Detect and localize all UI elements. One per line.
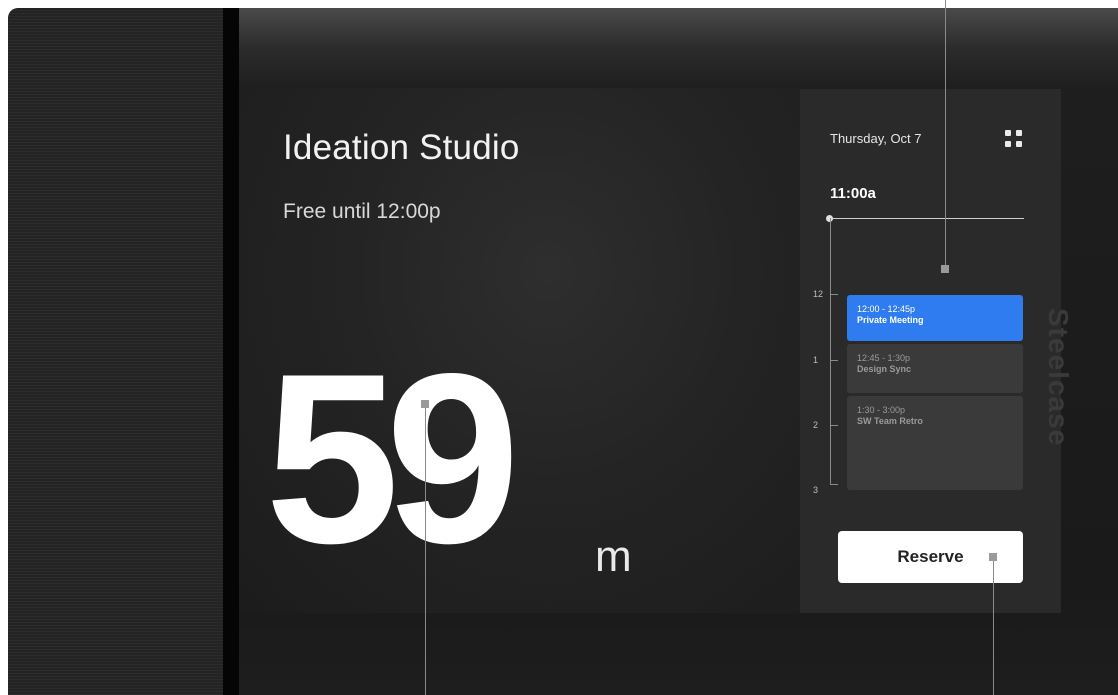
current-time: 11:00a — [830, 185, 876, 202]
current-time-line — [830, 218, 1024, 219]
callout-line — [425, 403, 426, 695]
schedule-panel: Thursday, Oct 7 11:00a 12 1 2 3 12:00 - … — [800, 89, 1061, 613]
hour-label: 3 — [813, 485, 819, 495]
callout-line — [945, 0, 946, 265]
event-title: Design Sync — [857, 364, 912, 374]
hour-label: 12 — [813, 289, 824, 299]
event-time: 1:30 - 3:00p — [857, 405, 906, 415]
brand-logo: Steelcase — [1043, 308, 1074, 447]
timeline-tick — [830, 360, 838, 361]
room-status-screen: Ideation Studio Free until 12:00p 59 m — [239, 88, 801, 613]
timeline-tick — [830, 484, 838, 485]
event-private-meeting[interactable]: 12:00 - 12:45p Private Meeting — [847, 295, 1023, 341]
event-design-sync[interactable]: 12:45 - 1:30p Design Sync — [847, 344, 1023, 393]
event-time: 12:00 - 12:45p — [857, 304, 916, 314]
grid-icon-dot — [1016, 130, 1022, 136]
grid-icon[interactable] — [1005, 130, 1022, 147]
schedule-date: Thursday, Oct 7 — [830, 131, 922, 146]
timeline-axis — [830, 218, 831, 484]
hour-label: 2 — [813, 420, 819, 430]
callout-marker — [989, 553, 997, 561]
grid-icon-dot — [1005, 141, 1011, 147]
event-title: SW Team Retro — [857, 416, 923, 426]
event-time: 12:45 - 1:30p — [857, 353, 911, 363]
event-sw-team-retro[interactable]: 1:30 - 3:00p SW Team Retro — [847, 396, 1023, 490]
callout-marker — [941, 265, 949, 273]
grid-icon-dot — [1016, 141, 1022, 147]
event-title: Private Meeting — [857, 315, 924, 325]
minutes-remaining: 59 — [265, 324, 520, 594]
fabric-panel — [8, 8, 223, 695]
fabric-edge — [223, 8, 239, 695]
room-title: Ideation Studio — [283, 128, 520, 167]
room-scheduler-device: Ideation Studio Free until 12:00p 59 m T… — [8, 8, 1118, 695]
timeline-tick — [830, 425, 838, 426]
minutes-unit: m — [595, 532, 632, 581]
callout-line — [993, 557, 994, 695]
hour-label: 1 — [813, 355, 819, 365]
timeline-tick — [830, 294, 838, 295]
grid-icon-dot — [1005, 130, 1011, 136]
availability-status: Free until 12:00p — [283, 200, 441, 223]
callout-marker — [421, 400, 429, 408]
